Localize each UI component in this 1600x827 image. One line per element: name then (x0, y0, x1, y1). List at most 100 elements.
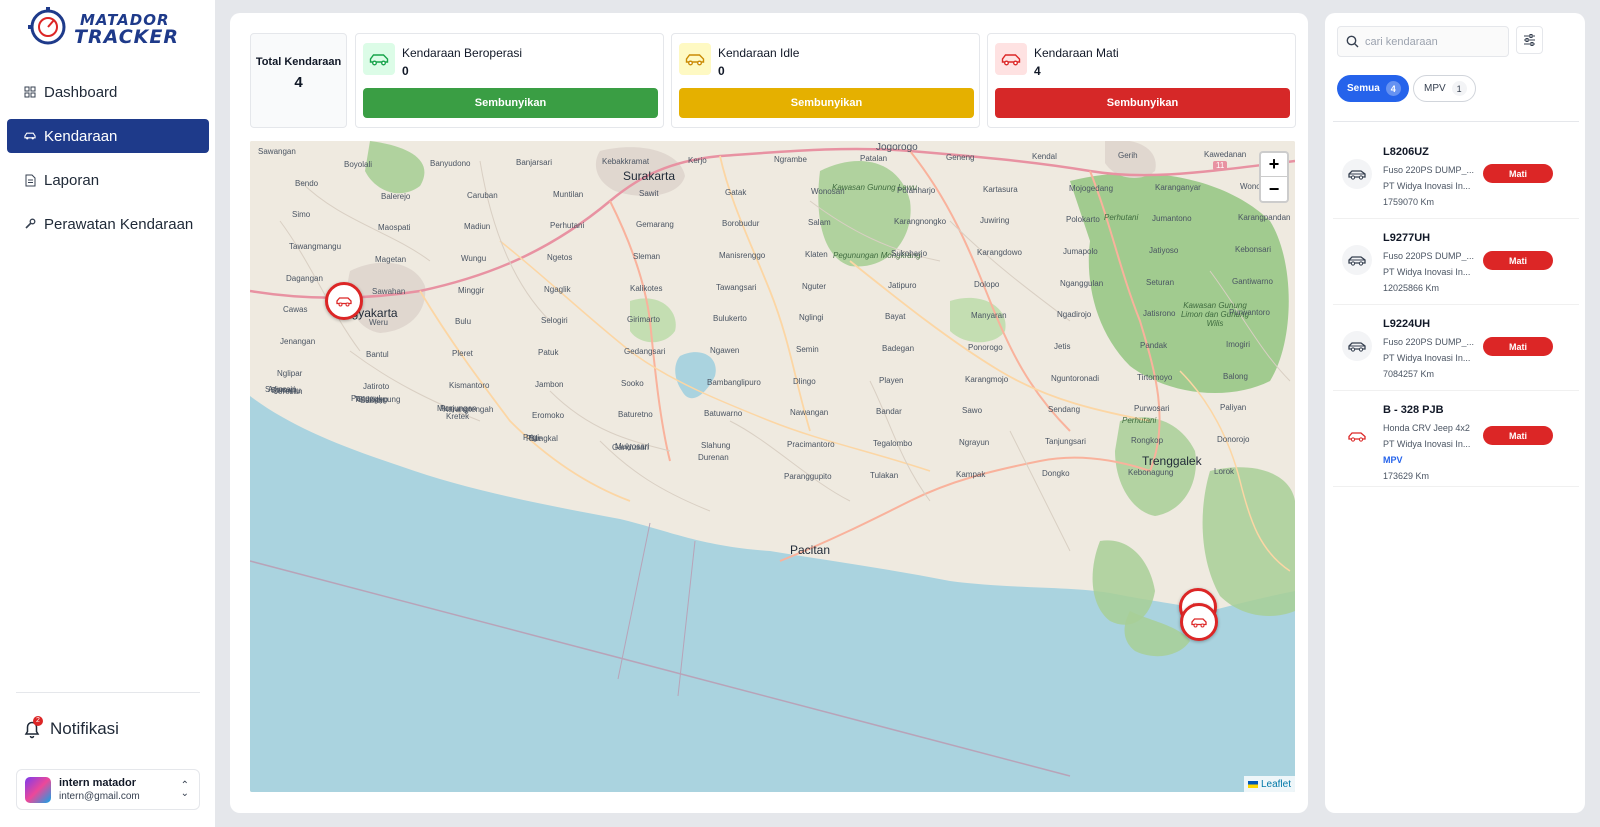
sliders-icon (1524, 34, 1535, 46)
stat-idle-card: Kendaraan Idle 0 Sembunyikan (671, 33, 980, 128)
map-place-label: Minggir (458, 285, 485, 295)
zoom-in-button[interactable]: + (1261, 153, 1287, 177)
map-place-label: Bendo (295, 178, 319, 188)
map-place-label: Banjarsari (516, 158, 553, 167)
nav-label: Kendaraan (44, 127, 118, 145)
vehicle-odometer: 7084257 Km (1383, 369, 1435, 379)
vehicle-list-item[interactable]: L9224UH Fuso 220PS DUMP_... PT Widya Ino… (1333, 309, 1579, 391)
map-place-label: Tanjungsari (1045, 437, 1086, 446)
map-place-label: Munjungan (437, 403, 477, 413)
map-place-label: Tulakan (870, 470, 899, 480)
map-place-label: Caruban (467, 190, 498, 200)
map-place-label: Playen (879, 375, 904, 385)
map-place-label: Sawangan (258, 147, 296, 156)
map-place-label: Salam (808, 218, 831, 228)
map-place-label: Batuwarno (704, 409, 743, 419)
main-nav: Dashboard Kendaraan Laporan Perawatan Ke… (7, 75, 209, 251)
map-place-label: Weru (369, 318, 388, 328)
map-place-label: Borobudur (722, 219, 760, 229)
map-place-label: Karanganyar (1155, 182, 1201, 192)
zoom-out-button[interactable]: − (1261, 177, 1287, 201)
map-place-label: Juwiring (980, 216, 1010, 226)
stat-off-card: Kendaraan Mati 4 Sembunyikan (987, 33, 1296, 128)
notifications-label: Notifikasi (50, 719, 119, 738)
map[interactable]: Surakarta Yogyakarta Pacitan Trenggalek … (250, 141, 1295, 792)
map-place-label: Cawas (283, 305, 308, 315)
map-place-label: Gandusari (612, 443, 649, 453)
search-box[interactable] (1337, 26, 1509, 57)
map-place-label: Eromoko (532, 411, 565, 421)
map-place-label: Mojogedang (1069, 183, 1114, 193)
car-icon (679, 43, 711, 75)
map-place-label: Jatiroto (363, 381, 390, 391)
map-place-label: Gantiwarno (1232, 276, 1273, 286)
map-place-label: Sawit (639, 188, 659, 198)
notifications-button[interactable]: 2 Notifikasi (22, 716, 119, 739)
stat-operating-label: Kendaraan Beroperasi (402, 46, 523, 60)
stat-idle-value: 0 (718, 64, 725, 78)
stat-operating-value: 0 (402, 64, 409, 78)
hide-operating-button[interactable]: Sembunyikan (363, 88, 658, 118)
map-place-label: Jumapolo (1063, 247, 1098, 256)
map-place-label: Bulu (455, 317, 472, 327)
vehicle-list-item[interactable]: L9277UH Fuso 220PS DUMP_... PT Widya Ino… (1333, 223, 1579, 305)
map-place-label: Ngawen (710, 346, 740, 355)
hide-off-button[interactable]: Sembunyikan (995, 88, 1290, 118)
map-place-label: Sendang (1048, 405, 1081, 415)
search-input[interactable] (1365, 35, 1495, 48)
hide-idle-button[interactable]: Sembunyikan (679, 88, 974, 118)
nav-item-kendaraan[interactable]: Kendaraan (7, 119, 209, 153)
map-place-label: Bayat (885, 312, 906, 322)
map-place-label: Polokarto (1066, 215, 1100, 225)
stat-total-card: Total Kendaraan 4 (250, 33, 347, 128)
gear-logo-icon (28, 7, 66, 45)
map-place-label: Patuk (538, 348, 559, 357)
map-place-label: Jatiyoso (1149, 246, 1179, 255)
stat-total-value: 4 (294, 74, 303, 91)
map-place-label: Kebonagung (1128, 467, 1174, 477)
nav-item-dashboard[interactable]: Dashboard (7, 75, 209, 109)
map-place-label: Bandar (876, 407, 902, 417)
user-menu[interactable]: intern matador intern@gmail.com ⌃ ⌄ (16, 769, 200, 810)
vehicle-marker[interactable] (325, 282, 363, 320)
brand-logo[interactable]: MATADOR TRACKER (26, 6, 196, 48)
attribution-link[interactable]: Leaflet (1261, 779, 1291, 790)
map-place-label: Gatak (725, 187, 747, 197)
zoom-control: + − (1259, 151, 1289, 203)
map-place-label: Jenangan (280, 337, 316, 346)
filter-settings-button[interactable] (1516, 26, 1543, 54)
map-place-label: Paranggupito (784, 471, 832, 481)
filter-chip-semua[interactable]: Semua 4 (1337, 75, 1409, 102)
map-place-label: Patalan (860, 154, 888, 163)
map-place-label: Kampak (956, 469, 986, 479)
map-place-label: Paliyan (1220, 403, 1247, 413)
map-place-label: Ngrayun (959, 438, 990, 447)
map-city-label: Pacitan (790, 543, 831, 557)
map-place-label: Sukorejo (265, 384, 297, 394)
map-place-label: Nguntoronadi (1051, 373, 1100, 383)
nav-item-laporan[interactable]: Laporan (7, 163, 209, 197)
sidebar: MATADOR TRACKER Dashboard Kendaraan Lapo… (0, 0, 216, 827)
map-forest-label: Perhutani (1104, 213, 1139, 222)
vehicle-list-item[interactable]: L8206UZ Fuso 220PS DUMP_... PT Widya Ino… (1333, 137, 1579, 219)
map-place-label: Kalikotes (630, 283, 663, 293)
filter-chip-mpv[interactable]: MPV 1 (1413, 75, 1476, 102)
map-place-label: Jetis (1054, 342, 1071, 351)
vehicle-model: Fuso 220PS DUMP_... (1383, 251, 1475, 261)
vehicle-list-item[interactable]: B - 328 PJB Honda CRV Jeep 4x2 PT Widya … (1333, 395, 1579, 487)
map-place-label: Karangdowo (977, 248, 1022, 257)
map-place-label: Jatipuro (888, 280, 917, 290)
vehicle-marker[interactable] (1180, 603, 1218, 641)
map-place-label: Sawo (962, 406, 983, 416)
user-email: intern@gmail.com (59, 791, 140, 802)
avatar (25, 776, 51, 803)
nav-item-perawatan[interactable]: Perawatan Kendaraan (7, 207, 209, 241)
status-badge: Mati (1483, 337, 1553, 356)
stat-off-value: 4 (1034, 64, 1041, 78)
map-place-label: Tawangmangu (289, 242, 342, 251)
map-place-label: Tegalombo (873, 439, 913, 448)
map-place-label: Nganggulan (1060, 278, 1104, 288)
status-badge: Mati (1483, 426, 1553, 445)
map-attribution[interactable]: Leaflet (1243, 776, 1295, 792)
chip-label: MPV (1424, 83, 1446, 94)
